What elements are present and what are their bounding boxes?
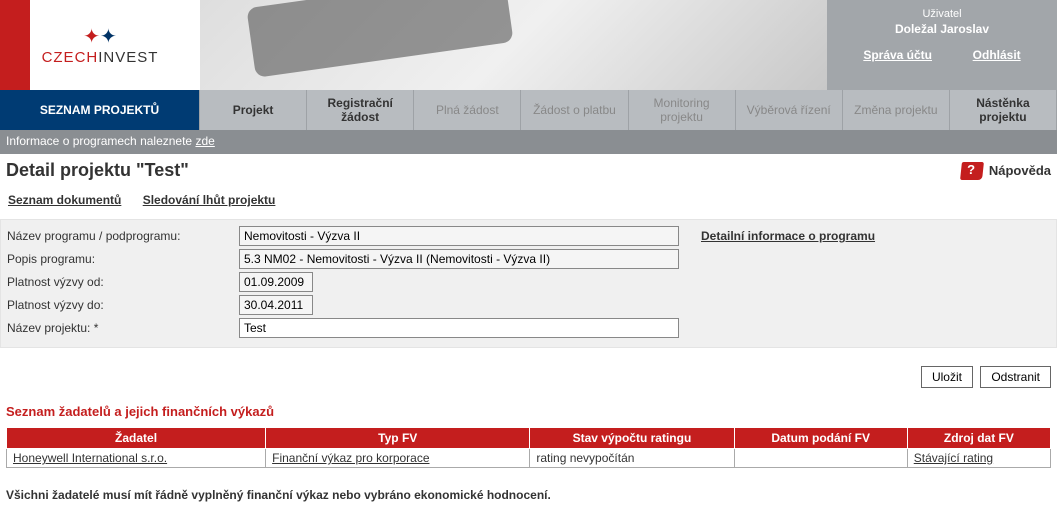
infobar-text: Informace o programech naleznete (6, 134, 195, 148)
nav-label: Registrační žádost (313, 96, 407, 124)
tab-deadlines[interactable]: Sledování lhůt projektu (143, 193, 276, 207)
cell-typ-link[interactable]: Finanční výkaz pro korporace (272, 451, 429, 465)
header: ✦✦ CZECHINVEST Uživatel Doležal Jaroslav… (0, 0, 1057, 90)
help-icon (960, 162, 984, 180)
nav-payment-request[interactable]: Žádost o platbu (521, 90, 628, 130)
logo-accent (0, 0, 30, 90)
logo-text: ✦✦ CZECHINVEST (42, 24, 159, 66)
nav-registration[interactable]: Registrační žádost (307, 90, 414, 130)
form-area: Název programu / podprogramu: Detailní i… (0, 219, 1057, 348)
program-detail-link[interactable]: Detailní informace o programu (701, 229, 875, 243)
nav-label: Projekt (233, 103, 274, 117)
applicants-table: Žadatel Typ FV Stav výpočtu ratingu Datu… (6, 427, 1051, 468)
page-title: Detail projektu "Test" (6, 160, 961, 181)
nav-label: Změna projektu (854, 103, 937, 117)
nav-selection[interactable]: Výběrová řízení (736, 90, 843, 130)
nav-label: Žádost o platbu (533, 103, 616, 117)
user-name: Doležal Jaroslav (843, 22, 1041, 36)
th-stav[interactable]: Stav výpočtu ratingu (530, 428, 734, 449)
account-link[interactable]: Správa účtu (863, 48, 932, 62)
nav-full-request[interactable]: Plná žádost (414, 90, 521, 130)
program-name-field (239, 226, 679, 246)
program-desc-label: Popis programu: (7, 252, 239, 266)
valid-to-label: Platnost výzvy do: (7, 298, 239, 312)
th-zadatel[interactable]: Žadatel (7, 428, 266, 449)
logo[interactable]: ✦✦ CZECHINVEST (0, 0, 200, 90)
valid-from-label: Platnost výzvy od: (7, 275, 239, 289)
table-row: Honeywell International s.r.o. Finanční … (7, 449, 1051, 468)
nav-change[interactable]: Změna projektu (843, 90, 950, 130)
navbar: SEZNAM PROJEKTŮ Projekt Registrační žádo… (0, 90, 1057, 130)
nav-project[interactable]: Projekt (200, 90, 307, 130)
nav-label: Plná žádost (436, 103, 499, 117)
help-label: Nápověda (989, 163, 1051, 178)
infobar: Informace o programech naleznete zde (0, 130, 1057, 154)
logo-star-icon: ✦ (83, 26, 100, 48)
nav-board[interactable]: Nástěnka projektu (950, 90, 1057, 130)
nav-monitoring[interactable]: Monitoring projektu (629, 90, 736, 130)
header-image (200, 0, 827, 90)
program-desc-field (239, 249, 679, 269)
button-row: Uložit Odstranit (0, 348, 1057, 400)
nav-label: Výběrová řízení (747, 103, 831, 117)
logo-brand1: CZECH (42, 49, 99, 66)
delete-button[interactable]: Odstranit (980, 366, 1051, 388)
project-name-label: Název projektu: * (7, 321, 239, 335)
cell-zadatel-link[interactable]: Honeywell International s.r.o. (13, 451, 167, 465)
section-title: Seznam žadatelů a jejich finančních výka… (0, 400, 1057, 427)
cell-zdroj-link[interactable]: Stávající rating (914, 451, 993, 465)
user-label: Uživatel (843, 8, 1041, 20)
tab-links: Seznam dokumentů Sledování lhůt projektu (0, 191, 1057, 219)
th-typ[interactable]: Typ FV (266, 428, 530, 449)
nav-label: SEZNAM PROJEKTŮ (40, 103, 159, 117)
help-link[interactable]: Nápověda (961, 162, 1051, 180)
project-name-input[interactable] (239, 318, 679, 338)
program-name-label: Název programu / podprogramu: (7, 229, 239, 243)
tab-doc-list[interactable]: Seznam dokumentů (8, 193, 121, 207)
th-zdroj[interactable]: Zdroj dat FV (907, 428, 1050, 449)
logout-link[interactable]: Odhlásit (973, 48, 1021, 62)
valid-from-field (239, 272, 313, 292)
titlebar: Detail projektu "Test" Nápověda (0, 154, 1057, 191)
note: Všichni žadatelé musí mít řádně vyplněný… (0, 482, 1057, 508)
infobar-link[interactable]: zde (195, 134, 214, 148)
th-datum[interactable]: Datum podání FV (734, 428, 907, 449)
logo-star2-icon: ✦ (100, 26, 117, 48)
cell-stav: rating nevypočítán (536, 451, 634, 465)
nav-label: Monitoring projektu (635, 96, 729, 124)
valid-to-field (239, 295, 313, 315)
save-button[interactable]: Uložit (921, 366, 973, 388)
user-box: Uživatel Doležal Jaroslav Správa účtu Od… (827, 0, 1057, 90)
nav-label: Nástěnka projektu (956, 96, 1050, 124)
logo-brand2: INVEST (98, 49, 158, 66)
nav-project-list[interactable]: SEZNAM PROJEKTŮ (0, 90, 200, 130)
